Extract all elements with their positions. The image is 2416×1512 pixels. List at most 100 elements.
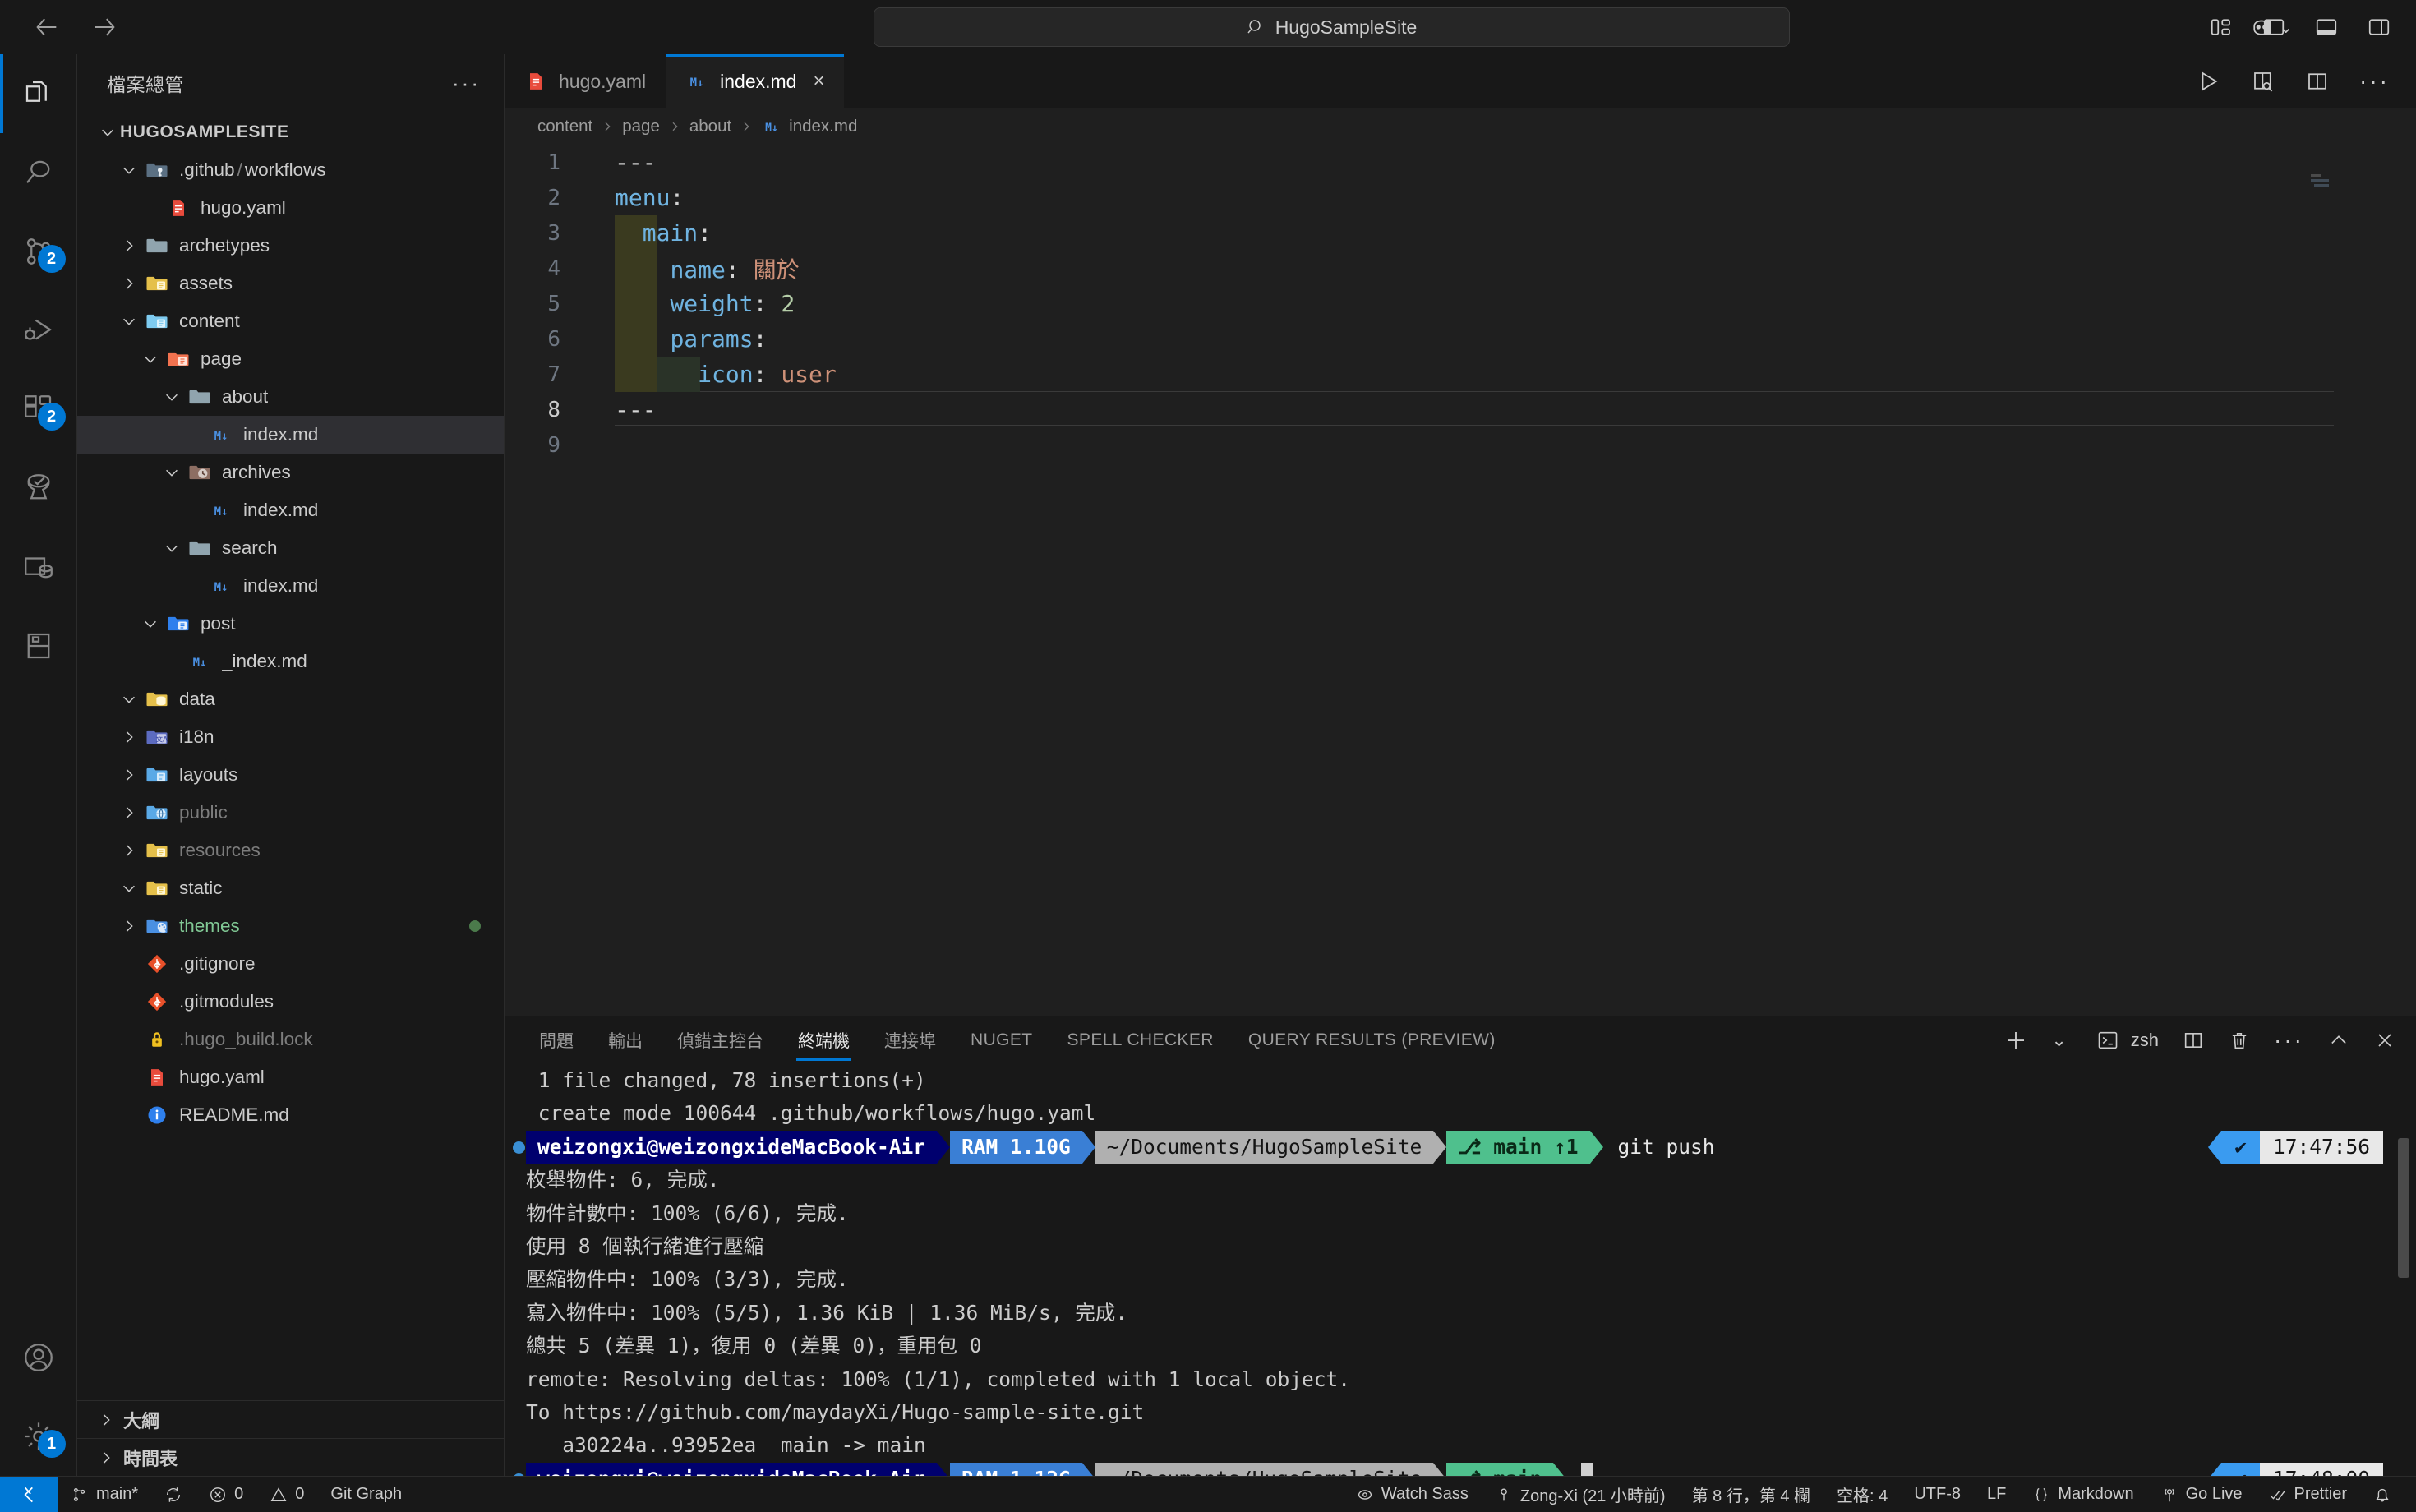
panel-tab--[interactable]: 問題 (537, 1016, 575, 1064)
editor-tab-hugo-yaml[interactable]: hugo.yaml (505, 54, 666, 108)
panel-tab-nuget[interactable]: NUGET (969, 1016, 1035, 1064)
tree-folder-data[interactable]: data (77, 680, 504, 718)
breadcrumb[interactable]: content page about M↓ index.md (505, 108, 2416, 145)
tree-file-hugo-yaml[interactable]: hugo.yaml (77, 189, 504, 227)
status-item-git-blame[interactable]: Zong-Xi (21 小時前) (1482, 1477, 1679, 1512)
tree-root[interactable]: HUGOSAMPLESITE (77, 113, 504, 151)
quick-open-input[interactable]: HugoSampleSite (873, 7, 1790, 47)
tree-folder-archetypes[interactable]: archetypes (77, 227, 504, 265)
chevron-down-icon[interactable] (117, 879, 141, 897)
status-item-branch[interactable]: main* (58, 1477, 151, 1512)
activity-item-accounts[interactable] (0, 1318, 77, 1397)
chevron-down-icon[interactable] (117, 312, 141, 330)
remote-indicator[interactable] (0, 1476, 58, 1512)
activity-item-search[interactable] (0, 133, 77, 212)
status-item-errors[interactable]: 0 (196, 1477, 256, 1512)
tree-folder-post[interactable]: post (77, 605, 504, 643)
status-item-git-graph[interactable]: Git Graph (317, 1477, 415, 1512)
status-item-indentation[interactable]: 空格: 4 (1824, 1477, 1901, 1512)
code-line[interactable]: 6 params: (505, 321, 2416, 357)
code-line[interactable]: 2 menu: (505, 180, 2416, 215)
explorer-more-icon[interactable]: ··· (452, 71, 481, 96)
panel-tab-query-results-preview-[interactable]: QUERY RESULTS (PREVIEW) (1247, 1016, 1497, 1064)
tree-folder-themes[interactable]: themes (77, 907, 504, 945)
status-item-go-live[interactable]: Go Live (2147, 1477, 2256, 1512)
code-content[interactable]: 1 --- 2 menu: 3 main: 4 name: 關於 5 weight: 26 … (505, 145, 2416, 1016)
status-item-prettier[interactable]: Prettier (2256, 1477, 2360, 1512)
tree-folder-public[interactable]: public (77, 794, 504, 832)
tree-file-readme-md[interactable]: README.md (77, 1096, 504, 1134)
activity-item-source-control[interactable]: 2 (0, 212, 77, 291)
breadcrumb-item[interactable]: content (537, 117, 592, 136)
status-item-encoding[interactable]: UTF-8 (1901, 1477, 1974, 1512)
close-panel-icon[interactable] (2373, 1029, 2396, 1052)
tree-folder-search[interactable]: search (77, 529, 504, 567)
panel-more-icon[interactable]: ··· (2274, 1027, 2304, 1053)
chevron-right-icon[interactable] (117, 841, 141, 860)
activity-item-explorer[interactable] (0, 54, 77, 133)
panel-tab--[interactable]: 連接埠 (883, 1016, 938, 1064)
tree-file-index-md[interactable]: M↓ index.md (77, 567, 504, 605)
tree-file--gitignore[interactable]: .gitignore (77, 945, 504, 983)
breadcrumb-item[interactable]: page (622, 117, 660, 136)
tree-file-index-md[interactable]: M↓ index.md (77, 416, 504, 454)
tree-file-hugo-yaml[interactable]: hugo.yaml (77, 1058, 504, 1096)
activity-item-run-and-debug[interactable] (0, 291, 77, 370)
terminal-output[interactable]: 1 file changed, 78 insertions(+) create … (505, 1064, 2416, 1476)
status-item-watch-sass[interactable]: Watch Sass (1343, 1477, 1482, 1512)
code-line[interactable]: 7 icon: user (505, 357, 2416, 392)
tree-folder-assets[interactable]: assets (77, 265, 504, 302)
panel-tab--[interactable]: 偵錯主控台 (675, 1016, 765, 1064)
code-line[interactable]: 8 --- (505, 391, 2416, 427)
tree-folder-static[interactable]: static (77, 869, 504, 907)
chevron-down-icon[interactable] (138, 615, 163, 633)
breadcrumb-item[interactable]: M↓ index.md (761, 116, 857, 137)
status-item-cursor-position[interactable]: 第 8 行，第 4 欄 (1679, 1477, 1824, 1512)
status-item-notifications[interactable] (2360, 1477, 2404, 1512)
tree-folder-about[interactable]: about (77, 378, 504, 416)
tree-folder-content[interactable]: content (77, 302, 504, 340)
split-terminal-icon[interactable] (2182, 1029, 2205, 1052)
panel-tab--[interactable]: 終端機 (796, 1016, 851, 1064)
file-tree[interactable]: HUGOSAMPLESITE .github / workflows hugo.yaml… (77, 112, 504, 1400)
chevron-right-icon[interactable] (117, 804, 141, 822)
minimap[interactable] (2311, 173, 2345, 192)
forward-icon[interactable] (90, 13, 118, 41)
tree-folder-page[interactable]: page (77, 340, 504, 378)
copilot-button[interactable]: ⌄ (2249, 15, 2293, 39)
chevron-down-icon[interactable] (159, 388, 184, 406)
status-item-eol[interactable]: LF (1974, 1477, 2019, 1512)
tree-file--hugo-build-lock[interactable]: .hugo_build.lock (77, 1021, 504, 1058)
play-icon[interactable] (2197, 69, 2221, 94)
preview-icon[interactable] (2251, 69, 2275, 94)
code-line[interactable]: 1 --- (505, 145, 2416, 180)
chevron-down-icon[interactable]: ⌄ (2051, 1030, 2066, 1051)
text-editor[interactable]: 1 --- 2 menu: 3 main: 4 name: 關於 5 weight: 26 … (505, 145, 2416, 1016)
timeline-section[interactable]: 時間表 (77, 1438, 504, 1476)
chevron-down-icon[interactable] (117, 690, 141, 708)
customize-layout-icon[interactable] (2209, 15, 2234, 39)
status-item-language-mode[interactable]: Markdown (2019, 1477, 2146, 1512)
editor-tab-index-md[interactable]: M↓ index.md × (666, 54, 845, 108)
chevron-down-icon[interactable] (159, 463, 184, 482)
breadcrumb-item[interactable]: about (689, 117, 731, 136)
close-icon[interactable]: × (813, 70, 824, 93)
outline-section[interactable]: 大綱 (77, 1400, 504, 1438)
panel-tab-spell-checker[interactable]: SPELL CHECKER (1066, 1016, 1215, 1064)
code-line[interactable]: 4 name: 關於 (505, 251, 2416, 286)
activity-item-manage[interactable]: 1 (0, 1397, 77, 1476)
tree-file-index-md[interactable]: M↓ index.md (77, 491, 504, 529)
chevron-down-icon[interactable] (159, 539, 184, 557)
activity-item-testing[interactable] (0, 449, 77, 528)
tree-folder-layouts[interactable]: layouts (77, 756, 504, 794)
panel-tab--[interactable]: 輸出 (606, 1016, 644, 1064)
activity-item-database[interactable] (0, 528, 77, 606)
chevron-right-icon[interactable] (117, 237, 141, 255)
split-icon[interactable] (2305, 69, 2330, 94)
status-item-warnings[interactable]: 0 (256, 1477, 317, 1512)
chevron-right-icon[interactable] (117, 728, 141, 746)
tree-folder-resources[interactable]: resources (77, 832, 504, 869)
chevron-up-icon[interactable] (2327, 1029, 2350, 1052)
ellipsis-icon[interactable]: ··· (2359, 68, 2390, 94)
tree-file--gitmodules[interactable]: .gitmodules (77, 983, 504, 1021)
